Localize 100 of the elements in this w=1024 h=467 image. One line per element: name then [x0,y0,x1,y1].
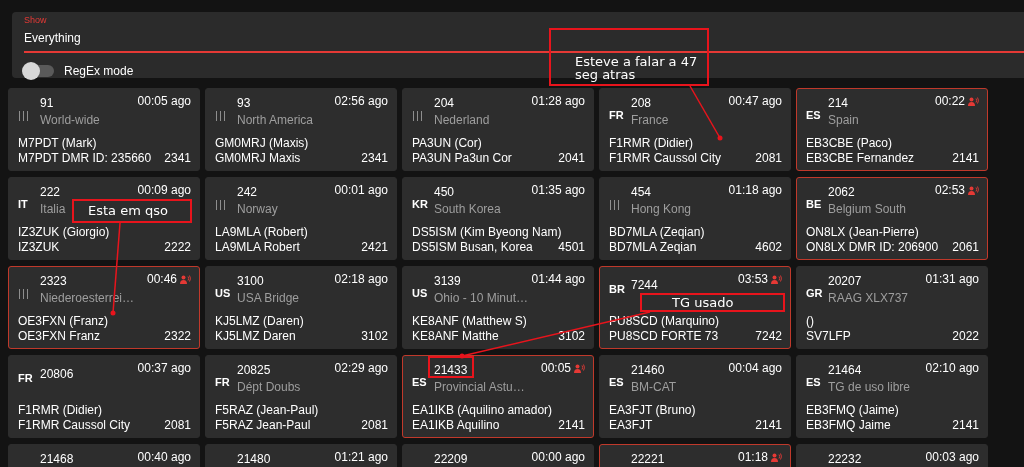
talkgroup-number: 454 [631,185,652,199]
talkgroup-number: 204 [434,96,455,110]
repeater-id: 4501 [558,240,585,255]
country-code: GR [806,287,823,299]
talkgroup-number: 22221 [631,452,665,466]
caller-detail: SV7LFP [806,329,851,344]
speaking-person-icon [968,96,979,106]
talkgroup-name: Nederland [434,112,490,128]
talkgroup-card[interactable]: FR 20825 Dépt Doubs 02:29 ago F5RAZ (Jean-Paul) F5RAZ Jean-Paul 2081 [205,355,397,438]
talkgroup-name: Hong Kong [631,201,692,217]
speaking-person-icon [771,452,782,462]
last-heard-time: 03:53 [737,272,768,286]
caller-detail: BD7MLA Zeqian [609,240,697,255]
talkgroup-number: 20207 [828,274,862,288]
talkgroup-card[interactable]: GR 20207 RAAG XLX737 01:31 ago () SV7LFP 2022 [796,266,988,349]
caller-detail: OE3FXN Franz [18,329,101,344]
field-label: Show [24,15,48,26]
talkgroup-card[interactable]: US 3100 USA Bridge 02:18 ago KJ5LMZ (Daren) KJ5LMZ Daren 3102 [205,266,397,349]
repeater-id: 2141 [952,151,979,166]
country-code: ES [806,109,821,121]
annotation-callout: Esteve a falar a 47 seg atras [549,28,709,86]
caller-name: EA3FJT (Bruno) [609,403,697,418]
talkgroup-number: 20806 [40,367,74,381]
talkgroup-name: North America [237,112,314,128]
country-code: FR [215,376,230,388]
caller-name: KJ5LMZ (Daren) [215,314,305,329]
last-heard-time: 01:35 ago [531,183,585,197]
talkgroup-number: 3100 [237,274,264,288]
last-heard-time: 02:18 ago [334,272,388,286]
caller-detail: ON8LX DMR ID: 206900 [806,240,939,255]
toggle-label: RegEx mode [64,63,134,80]
caller-name: F1RMR (Didier) [609,136,694,151]
regex-toggle[interactable] [24,65,54,77]
talkgroup-number: 3139 [434,274,461,288]
speaking-person-icon [180,274,191,284]
talkgroup-name: BM-CAT [631,379,677,395]
repeater-id: 2081 [755,151,782,166]
talkgroup-card[interactable]: 22221 01:18 [599,444,791,467]
talkgroup-number: 22209 [434,452,468,466]
talkgroup-card[interactable]: 204 Nederland 01:28 ago PA3UN (Cor) PA3UN Pa3un Cor 2041 [402,88,594,171]
speaking-person-icon [574,363,585,373]
talkgroup-name: Belgium South [828,201,907,217]
repeater-id: 2022 [952,329,979,344]
last-heard-time: 00:00 ago [531,450,585,464]
repeater-id: 2222 [164,240,191,255]
talkgroup-number: 21464 [828,363,862,377]
repeater-id: 2421 [361,240,388,255]
country-code: BE [806,198,822,210]
caller-name: LA9MLA (Robert) [215,225,309,240]
talkgroup-card[interactable]: ES 21464 TG de uso libre 02:10 ago EB3FMQ (Jaime) EB3FMQ Jaime 2141 [796,355,988,438]
talkgroup-card[interactable]: ES 21460 BM-CAT 00:04 ago EA3FJT (Bruno) EA3FJT 2141 [599,355,791,438]
caller-detail: EA1IKB Aquilino [412,418,500,433]
talkgroup-card[interactable]: 91 World-wide 00:05 ago M7PDT (Mark) M7PDT DMR ID: 235660 2341 [8,88,200,171]
caller-detail: KJ5LMZ Daren [215,329,296,344]
talkgroup-card[interactable]: 22209 00:00 ago [402,444,594,467]
talkgroup-card[interactable]: 21468 00:40 ago [8,444,200,467]
talkgroup-card[interactable]: FR 20806 00:37 ago F1RMR (Didier) F1RMR Caussol City 2081 [8,355,200,438]
caller-name: F1RMR (Didier) [18,403,103,418]
talkgroup-number: 2323 [40,274,67,288]
last-heard-time: 01:18 ago [728,183,782,197]
talkgroup-card[interactable]: ES 21433 Provincial Astu… 00:05 EA1IKB (Aquilino amador) EA1IKB Aquilino 2141 [402,355,594,438]
caller-name: DS5ISM (Kim Byeong Nam) [412,225,563,240]
last-heard-time: 02:10 ago [925,361,979,375]
last-heard-time: 02:53 [934,183,965,197]
talkgroup-name: Provincial Astu… [434,379,525,395]
talkgroup-card[interactable]: US 3139 Ohio - 10 Minut… 01:44 ago KE8ANF (Matthew S) KE8ANF Matthe 3102 [402,266,594,349]
last-heard-time: 01:31 ago [925,272,979,286]
country-code: US [215,287,231,299]
country-code: FR [18,372,33,384]
talkgroup-card[interactable]: 454 Hong Kong 01:18 ago BD7MLA (Zeqian) BD7MLA Zeqian 4602 [599,177,791,260]
annotation-callout: TG usado [640,293,785,312]
caller-name: PU8SCD (Marquino) [609,314,721,329]
talkgroup-card[interactable]: BE 2062 Belgium South 02:53 ON8LX (Jean-Pierre) ON8LX DMR ID: 206900 2061 [796,177,988,260]
talkgroup-name: South Korea [434,201,501,217]
country-code: FR [609,109,624,121]
talkgroup-card[interactable]: 93 North America 02:56 ago GM0MRJ (Maxis) GM0MRJ Maxis 2341 [205,88,397,171]
repeater-id: 2322 [164,329,191,344]
country-code: US [412,287,428,299]
talkgroup-card[interactable]: ES 214 Spain 00:22 EB3CBE (Paco) EB3CBE Fernandez 2141 [796,88,988,171]
last-heard-time: 02:29 ago [334,361,388,375]
repeater-id: 2061 [952,240,979,255]
repeater-id: 2041 [558,151,585,166]
country-code: ES [609,376,624,388]
last-heard-time: 00:05 ago [137,94,191,108]
talkgroup-card[interactable]: 242 Norway 00:01 ago LA9MLA (Robert) LA9MLA Robert 2421 [205,177,397,260]
talkgroup-card[interactable]: 21480 01:21 ago [205,444,397,467]
talkgroup-name: Dépt Doubs [237,379,301,395]
last-heard-time: 01:44 ago [531,272,585,286]
talkgroup-card[interactable]: FR 208 France 00:47 ago F1RMR (Didier) F1RMR Caussol City 2081 [599,88,791,171]
show-select-field[interactable]: Everything [24,26,1024,53]
talkgroup-card[interactable]: 22232 00:03 ago [796,444,988,467]
caller-detail: DS5ISM Busan, Korea [412,240,533,255]
last-heard-time: 00:04 ago [728,361,782,375]
caller-detail: IZ3ZUK [18,240,60,255]
last-heard-time: 01:28 ago [531,94,585,108]
talkgroup-number: 242 [237,185,258,199]
talkgroup-name: RAAG XLX737 [828,290,909,306]
talkgroup-card[interactable]: KR 450 South Korea 01:35 ago DS5ISM (Kim Byeong Nam) DS5ISM Busan, Korea 4501 [402,177,594,260]
repeater-id: 2341 [361,151,388,166]
talkgroup-name: Italia [40,201,66,217]
